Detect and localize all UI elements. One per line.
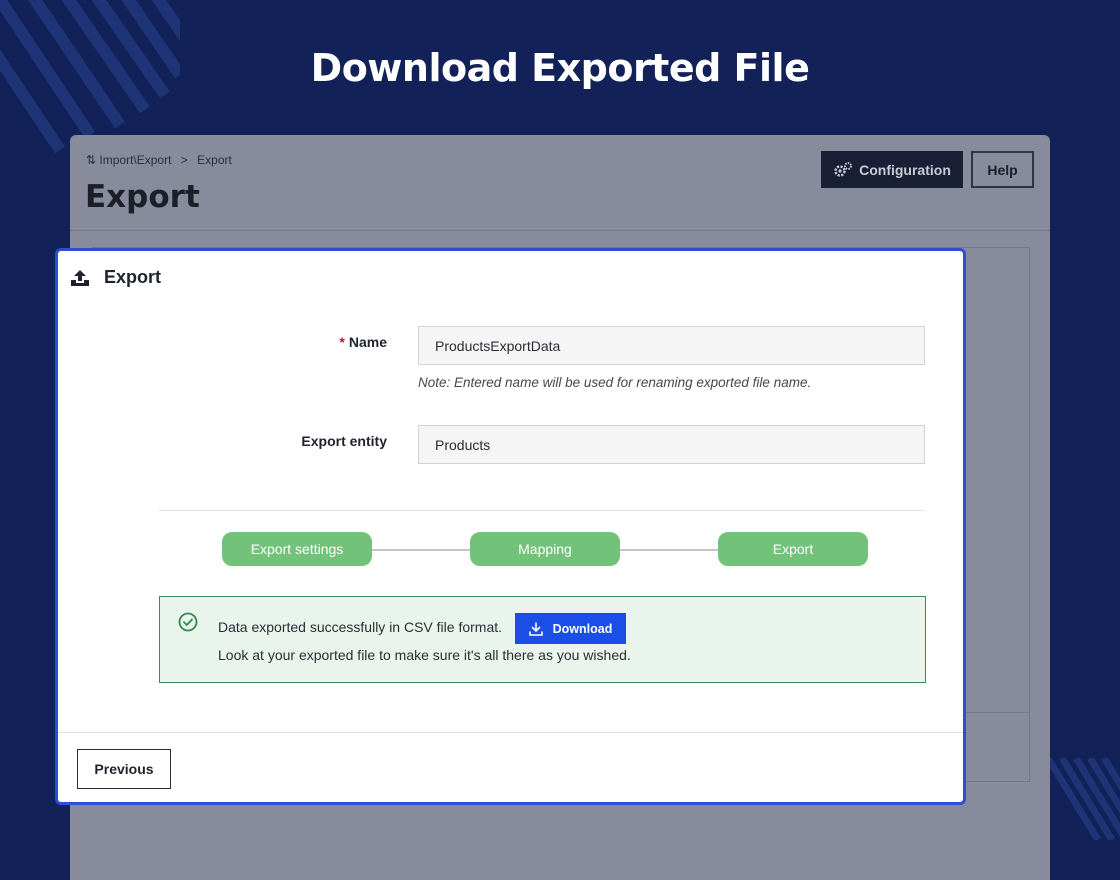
name-input[interactable]: ProductsExportData [418, 326, 925, 365]
upload-icon [71, 269, 89, 286]
page-heading: Download Exported File [310, 46, 810, 90]
success-hint: Look at your exported file to make sure … [218, 647, 631, 663]
footer-divider [58, 732, 963, 733]
form-divider [159, 510, 925, 511]
header-divider [70, 230, 1050, 231]
export-panel: Export * Name ProductsExportData Note: En… [55, 248, 966, 805]
step-export-settings[interactable]: Export settings [222, 532, 372, 566]
help-button[interactable]: Help [971, 151, 1034, 188]
import-export-icon: ⇅ [86, 153, 97, 167]
name-note: Note: Entered name will be used for rena… [418, 375, 812, 390]
breadcrumb-current: Export [197, 153, 232, 167]
step-mapping[interactable]: Mapping [470, 532, 620, 566]
decorative-stripes-bottom-right [1048, 758, 1120, 840]
success-alert: Data exported successfully in CSV file f… [159, 596, 926, 683]
breadcrumb-parent-link[interactable]: Import\Export [99, 153, 171, 167]
breadcrumb-separator: > [180, 153, 188, 167]
configuration-button[interactable]: Configuration [821, 151, 963, 188]
success-message: Data exported successfully in CSV file f… [218, 619, 503, 635]
breadcrumb: ⇅ Import\Export > Export [86, 153, 232, 167]
export-panel-header: Export [70, 267, 161, 288]
configuration-button-label: Configuration [859, 161, 951, 178]
step-export[interactable]: Export [718, 532, 868, 566]
name-label-text: Name [348, 334, 387, 350]
download-button[interactable]: Download [515, 613, 626, 644]
export-panel-title: Export [104, 267, 162, 287]
previous-button[interactable]: Previous [77, 749, 171, 789]
download-icon [528, 621, 543, 636]
background-page-title: Export [85, 179, 200, 215]
check-circle-icon [178, 612, 198, 632]
export-entity-label: Export entity [301, 433, 387, 449]
export-entity-select[interactable]: Products [418, 425, 925, 464]
download-button-label: Download [552, 621, 613, 636]
gears-icon [834, 161, 853, 177]
required-mark: * [339, 334, 345, 350]
name-label: * Name [187, 334, 387, 350]
